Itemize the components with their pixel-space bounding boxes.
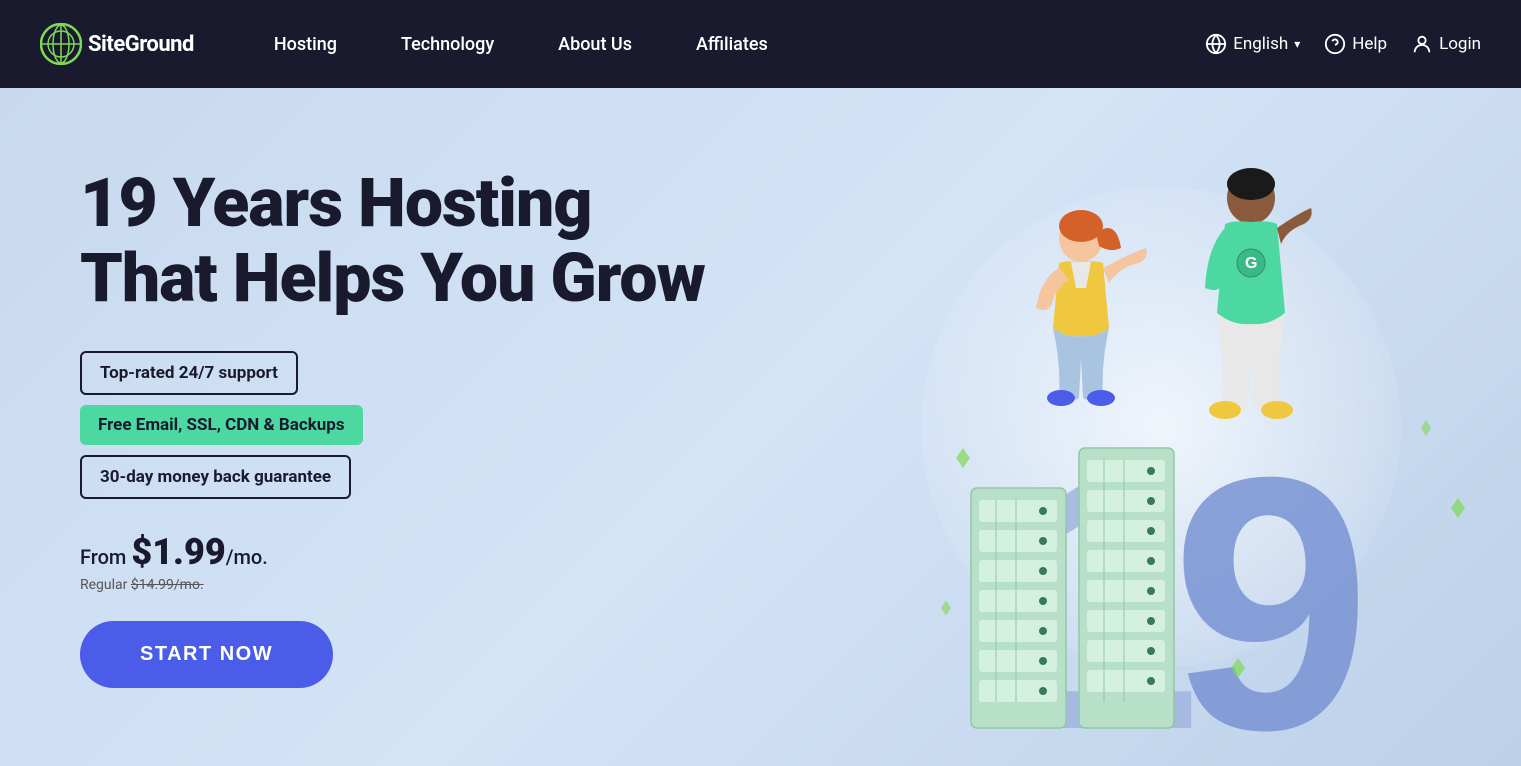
nav-link-hosting[interactable]: Hosting — [242, 0, 369, 88]
language-selector[interactable]: English — [1205, 33, 1300, 55]
login-icon — [1411, 33, 1433, 55]
help-button[interactable]: Help — [1324, 33, 1387, 55]
logo-icon — [40, 23, 82, 65]
price-regular: Regular $14.99/mo. — [80, 577, 705, 593]
navbar: SiteGround Hosting Technology About Us A… — [0, 0, 1521, 88]
hero-title-line2: That Helps You Grow — [80, 238, 705, 318]
hero-content: 19 Years Hosting That Helps You Grow Top… — [80, 166, 705, 689]
price-regular-value: $14.99/mo. — [131, 577, 204, 593]
price-display: From $1.99/mo. — [80, 531, 705, 573]
badge-free-features: Free Email, SSL, CDN & Backups — [80, 405, 363, 445]
price-section: From $1.99/mo. Regular $14.99/mo. — [80, 531, 705, 593]
hero-title-line1: 19 Years Hosting — [80, 163, 592, 243]
hero-title: 19 Years Hosting That Helps You Grow — [80, 166, 705, 316]
nav-link-about[interactable]: About Us — [526, 0, 664, 88]
help-icon — [1324, 33, 1346, 55]
price-amount: $1.99 — [131, 531, 225, 573]
start-now-button[interactable]: START NOW — [80, 621, 333, 688]
feature-badges: Top-rated 24/7 support Free Email, SSL, … — [80, 351, 705, 499]
language-label: English — [1233, 34, 1288, 54]
login-button[interactable]: Login — [1411, 33, 1481, 55]
badge-support: Top-rated 24/7 support — [80, 351, 298, 395]
svg-text:G: G — [1245, 255, 1257, 272]
price-per-label: /mo. — [226, 545, 268, 569]
price-regular-label: Regular — [80, 577, 131, 593]
svg-text:9: 9 — [1171, 403, 1371, 766]
price-from-label: From — [80, 545, 131, 569]
nav-links: Hosting Technology About Us Affiliates — [242, 0, 1205, 88]
badge-guarantee: 30-day money back guarantee — [80, 455, 351, 499]
logo-text: SiteGround — [88, 32, 194, 57]
translate-icon — [1205, 33, 1227, 55]
hero-section: 19 Years Hosting That Helps You Grow Top… — [0, 88, 1521, 766]
hero-illustration: 1 9 — [801, 108, 1481, 766]
logo[interactable]: SiteGround — [40, 23, 194, 65]
nav-link-affiliates[interactable]: Affiliates — [664, 0, 800, 88]
nav-link-technology[interactable]: Technology — [369, 0, 526, 88]
login-label: Login — [1439, 34, 1481, 54]
nav-right: English Help Login — [1205, 33, 1481, 55]
help-label: Help — [1352, 34, 1387, 54]
